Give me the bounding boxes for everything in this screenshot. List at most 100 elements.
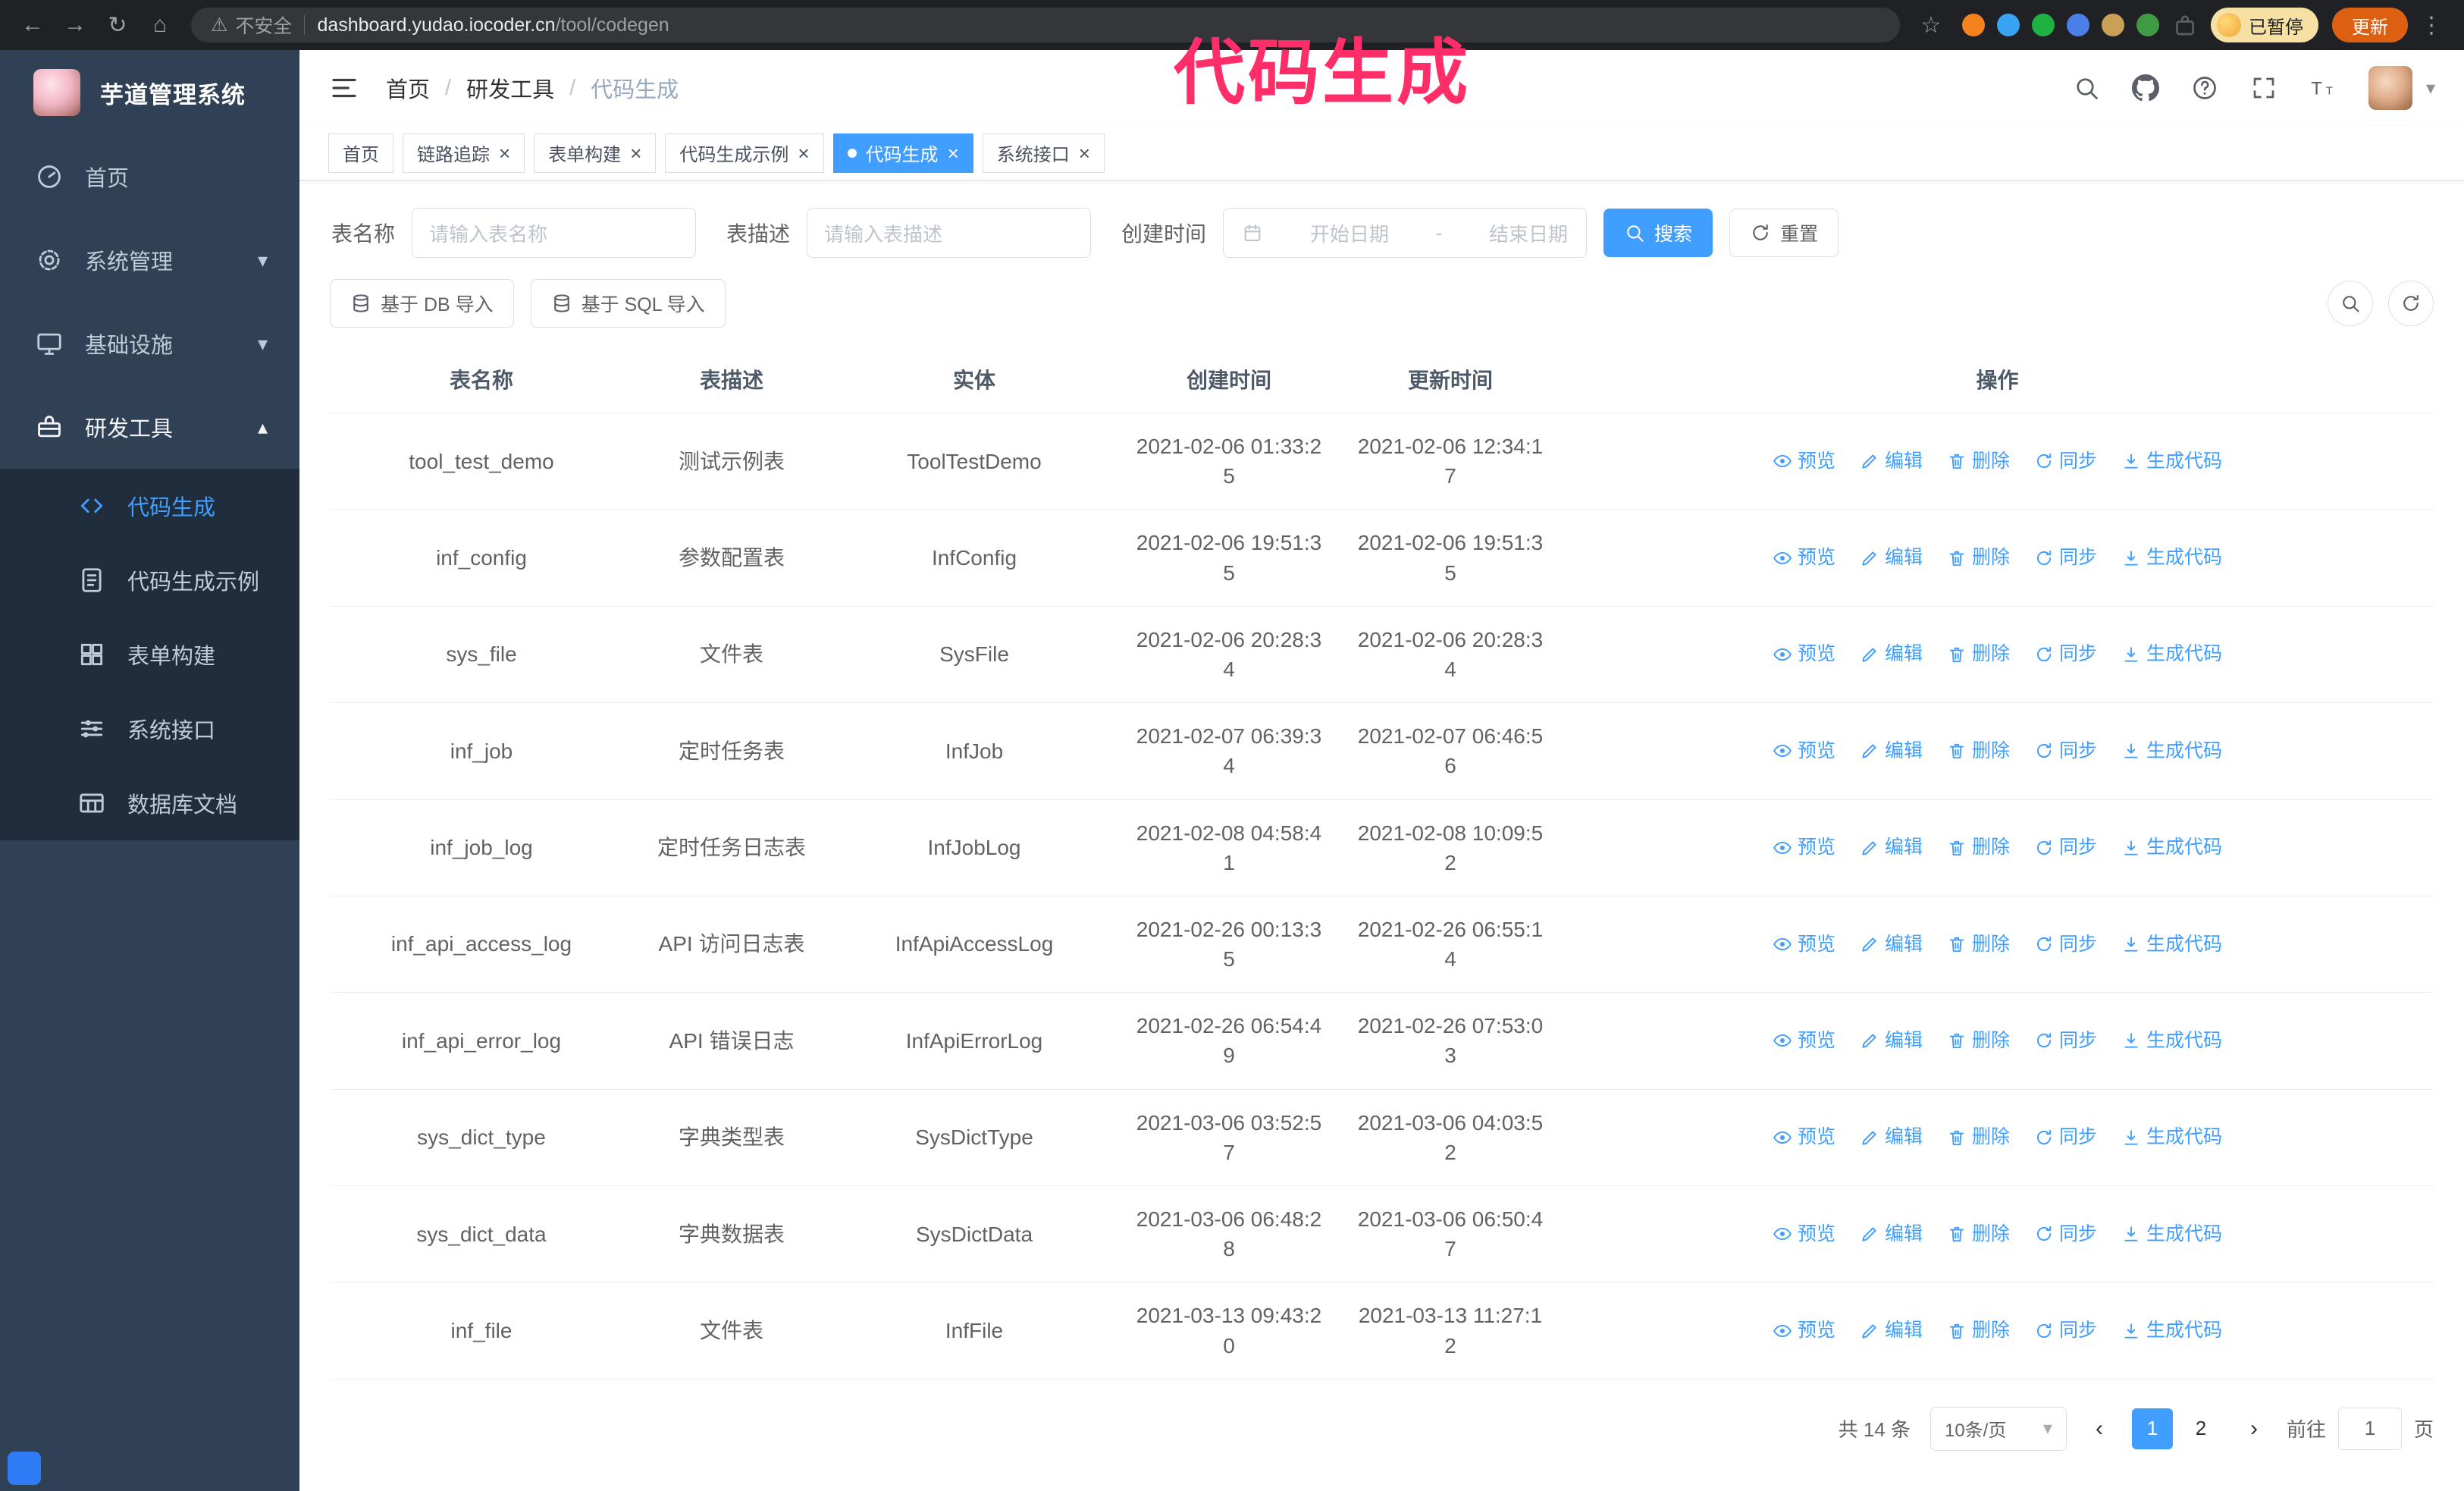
action-generate-link[interactable]: 生成代码	[2121, 1124, 2222, 1150]
sidebar-item-form-builder[interactable]: 表单构建	[0, 617, 299, 692]
forward-icon[interactable]: →	[56, 6, 94, 44]
table-name-input[interactable]: 请输入表名称	[412, 208, 697, 258]
table-desc-input[interactable]: 请输入表描述	[807, 208, 1092, 258]
action-edit-link[interactable]: 编辑	[1860, 1221, 1923, 1248]
action-preview-link[interactable]: 预览	[1773, 738, 1835, 764]
user-avatar[interactable]	[2368, 66, 2412, 110]
action-delete-link[interactable]: 删除	[1947, 1028, 2010, 1054]
action-generate-link[interactable]: 生成代码	[2121, 738, 2222, 764]
page-number-2[interactable]: 2	[2180, 1408, 2221, 1449]
action-preview-link[interactable]: 预览	[1773, 1028, 1835, 1054]
action-sync-link[interactable]: 同步	[2034, 641, 2097, 667]
sidebar-item-dev-tools[interactable]: 研发工具 ▴	[0, 385, 299, 469]
reload-icon[interactable]: ↻	[99, 6, 136, 44]
prev-page-button[interactable]: ‹	[2079, 1408, 2120, 1449]
action-sync-link[interactable]: 同步	[2034, 931, 2097, 958]
action-edit-link[interactable]: 编辑	[1860, 545, 1923, 571]
action-sync-link[interactable]: 同步	[2034, 834, 2097, 861]
action-sync-link[interactable]: 同步	[2034, 1028, 2097, 1054]
card-extension-icon[interactable]	[2102, 14, 2124, 36]
refresh-table-button[interactable]	[2388, 281, 2434, 326]
import-db-button[interactable]: 基于 DB 导入	[330, 279, 514, 328]
action-edit-link[interactable]: 编辑	[1860, 641, 1923, 667]
address-bar[interactable]: ⚠ 不安全 dashboard.yudao.iocoder.cn/tool/co…	[191, 8, 1900, 42]
action-generate-link[interactable]: 生成代码	[2121, 1221, 2222, 1248]
action-preview-link[interactable]: 预览	[1773, 641, 1835, 667]
sidebar-item-system-api[interactable]: 系统接口	[0, 692, 299, 766]
close-icon[interactable]: ×	[499, 143, 510, 163]
action-edit-link[interactable]: 编辑	[1860, 931, 1923, 958]
tab-2[interactable]: 表单构建 ×	[534, 133, 657, 173]
tab-5[interactable]: 系统接口 ×	[982, 133, 1105, 173]
action-edit-link[interactable]: 编辑	[1860, 1317, 1923, 1344]
action-edit-link[interactable]: 编辑	[1860, 1124, 1923, 1150]
breadcrumb-item[interactable]: 研发工具	[466, 72, 554, 104]
people-extension-icon[interactable]	[2067, 14, 2089, 36]
action-delete-link[interactable]: 删除	[1947, 545, 2010, 571]
drop-extension-icon[interactable]	[1997, 14, 2020, 36]
tab-4[interactable]: 代码生成 ×	[832, 133, 973, 173]
action-preview-link[interactable]: 预览	[1773, 1317, 1835, 1344]
sidebar-item-codegen[interactable]: 代码生成	[0, 469, 299, 543]
import-sql-button[interactable]: 基于 SQL 导入	[530, 279, 726, 328]
fullscreen-icon[interactable]	[2250, 74, 2277, 102]
sidebar-item-home[interactable]: 首页	[0, 135, 299, 218]
tab-0[interactable]: 首页	[328, 133, 393, 173]
action-edit-link[interactable]: 编辑	[1860, 738, 1923, 764]
sidebar-item-db-doc[interactable]: 数据库文档	[0, 766, 299, 840]
bookmark-star-icon[interactable]: ☆	[1912, 6, 1950, 44]
sidebar-item-infra[interactable]: 基础设施 ▾	[0, 302, 299, 385]
github-icon[interactable]	[2131, 74, 2159, 102]
action-delete-link[interactable]: 删除	[1947, 1221, 2010, 1248]
action-delete-link[interactable]: 删除	[1947, 738, 2010, 764]
action-sync-link[interactable]: 同步	[2034, 1221, 2097, 1248]
search-button[interactable]: 搜索	[1603, 209, 1713, 257]
action-sync-link[interactable]: 同步	[2034, 545, 2097, 571]
action-generate-link[interactable]: 生成代码	[2121, 641, 2222, 667]
close-icon[interactable]: ×	[948, 143, 959, 163]
next-page-button[interactable]: ›	[2234, 1408, 2274, 1449]
action-sync-link[interactable]: 同步	[2034, 1317, 2097, 1344]
action-sync-link[interactable]: 同步	[2034, 738, 2097, 764]
action-generate-link[interactable]: 生成代码	[2121, 1317, 2222, 1344]
update-button[interactable]: 更新	[2332, 8, 2408, 42]
date-range-input[interactable]: 开始日期 - 结束日期	[1223, 208, 1588, 258]
action-generate-link[interactable]: 生成代码	[2121, 834, 2222, 861]
hamburger-icon[interactable]	[328, 72, 360, 104]
browser-menu-icon[interactable]: ⋮	[2412, 6, 2450, 44]
action-preview-link[interactable]: 预览	[1773, 931, 1835, 958]
chevron-down-icon[interactable]: ▾	[2426, 77, 2435, 99]
action-delete-link[interactable]: 删除	[1947, 641, 2010, 667]
breadcrumb-item[interactable]: 首页	[386, 72, 430, 104]
action-preview-link[interactable]: 预览	[1773, 1221, 1835, 1248]
action-delete-link[interactable]: 删除	[1947, 1124, 2010, 1150]
action-generate-link[interactable]: 生成代码	[2121, 931, 2222, 958]
toggle-search-button[interactable]	[2328, 281, 2373, 326]
home-icon[interactable]: ⌂	[141, 6, 179, 44]
action-preview-link[interactable]: 预览	[1773, 448, 1835, 475]
check-extension-icon[interactable]	[2032, 14, 2055, 36]
action-delete-link[interactable]: 删除	[1947, 834, 2010, 861]
action-sync-link[interactable]: 同步	[2034, 1124, 2097, 1150]
action-preview-link[interactable]: 预览	[1773, 1124, 1835, 1150]
help-icon[interactable]	[2191, 74, 2218, 102]
action-delete-link[interactable]: 删除	[1947, 448, 2010, 475]
leaf-extension-icon[interactable]	[2136, 14, 2159, 36]
profile-chip[interactable]: 已暂停	[2211, 8, 2318, 42]
action-sync-link[interactable]: 同步	[2034, 448, 2097, 475]
close-icon[interactable]: ×	[1079, 143, 1090, 163]
bottom-left-widget[interactable]	[8, 1452, 41, 1485]
font-size-icon[interactable]: TT	[2309, 74, 2337, 102]
fox-extension-icon[interactable]	[1962, 14, 1985, 36]
page-size-select[interactable]: 10条/页 ▾	[1930, 1406, 2067, 1451]
action-delete-link[interactable]: 删除	[1947, 931, 2010, 958]
action-edit-link[interactable]: 编辑	[1860, 1028, 1923, 1054]
goto-page-input[interactable]: 1	[2337, 1407, 2402, 1450]
page-number-1[interactable]: 1	[2131, 1408, 2173, 1449]
close-icon[interactable]: ×	[630, 143, 641, 163]
back-icon[interactable]: ←	[14, 6, 52, 44]
tab-1[interactable]: 链路追踪 ×	[403, 133, 525, 173]
sidebar-item-codegen-example[interactable]: 代码生成示例	[0, 543, 299, 617]
action-generate-link[interactable]: 生成代码	[2121, 1028, 2222, 1054]
search-icon[interactable]	[2073, 74, 2100, 102]
